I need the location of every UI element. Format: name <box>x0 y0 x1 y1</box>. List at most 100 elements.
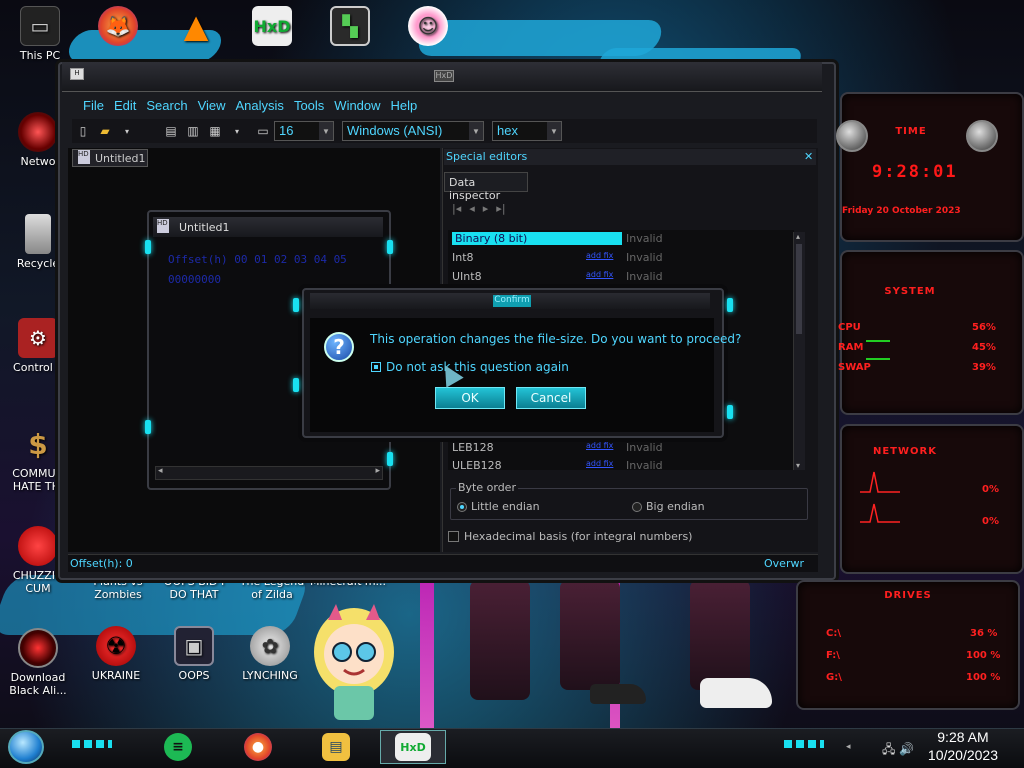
taskbar-glow <box>72 740 112 748</box>
menu-search[interactable]: Search <box>141 96 192 116</box>
prev-icon[interactable]: ◂ <box>469 202 475 215</box>
row-value: Invalid <box>626 441 663 454</box>
desktop-icon-ukraine[interactable]: ☢ UKRAINE <box>78 626 154 682</box>
desktop-icon-firefox[interactable]: 🦊 <box>80 6 156 49</box>
new-file-icon[interactable]: ▯ <box>74 122 92 140</box>
chevron-down-icon: ▼ <box>547 122 561 140</box>
network-down-value: 0% <box>982 484 999 495</box>
do-not-ask-checkbox[interactable]: Do not ask this question again <box>371 360 569 374</box>
menu-view[interactable]: View <box>193 96 231 116</box>
volume-icon[interactable]: 🔊 <box>899 742 914 756</box>
hxd-icon: HxD <box>252 6 292 46</box>
start-button[interactable] <box>8 730 44 764</box>
drive-f-label: F:\ <box>826 650 840 661</box>
show-hidden-icons[interactable]: ◂ <box>846 742 851 752</box>
desktop-icon-label: Download Black Ali... <box>9 671 67 697</box>
little-endian-radio[interactable]: Little endian <box>457 500 540 513</box>
save-all-icon[interactable]: ▥ <box>184 122 202 140</box>
taskbar-clock[interactable]: 9:28 AM 10/20/2023 <box>928 728 998 764</box>
dialog-message: This operation changes the file-size. Do… <box>370 332 742 346</box>
drive-c-label: C:\ <box>826 628 841 639</box>
bytes-per-row-select[interactable]: 16 ▼ <box>274 121 334 141</box>
view-icon[interactable]: ▭ <box>254 122 272 140</box>
menu-analysis[interactable]: Analysis <box>231 96 289 116</box>
last-icon[interactable]: ▸| <box>496 202 505 215</box>
row-value: Invalid <box>626 459 663 472</box>
tab-data-inspector[interactable]: Data inspector <box>444 172 528 202</box>
print-icon[interactable]: ▦ <box>206 122 224 140</box>
scroll-left-icon[interactable]: ◂ <box>158 466 163 476</box>
desktop-icon-doctor[interactable]: ☺ <box>390 6 466 49</box>
app-icon: H <box>70 68 84 80</box>
explorer-icon[interactable]: ▤ <box>322 733 350 761</box>
desktop-icon-this-pc[interactable]: ▭ This PC <box>2 6 78 62</box>
cpu-label: CPU <box>838 322 861 333</box>
dropdown-icon[interactable]: ▾ <box>228 122 246 140</box>
cancel-button[interactable]: Cancel <box>516 387 586 409</box>
recycle-bin-icon <box>25 214 51 254</box>
ok-button[interactable]: OK <box>435 387 505 409</box>
globe-icon: ✿ <box>250 626 290 666</box>
system-tray: 🖧 🔊 <box>882 740 914 761</box>
inspector-row-int8[interactable]: Int8 add fix Invalid <box>452 251 792 267</box>
row-link[interactable]: add fix <box>586 441 613 450</box>
desktop-icon-download-alienware[interactable]: Download Black Ali... <box>0 628 76 697</box>
scroll-thumb[interactable] <box>796 244 802 334</box>
vertical-scrollbar[interactable]: ▴ ▾ <box>793 232 805 470</box>
open-folder-icon[interactable]: ▰ <box>96 122 114 140</box>
hex-basis-checkbox[interactable]: Hexadecimal basis (for integral numbers) <box>448 530 692 543</box>
menu-file[interactable]: File <box>78 96 109 116</box>
network-title: NETWORK <box>872 446 937 457</box>
desktop-icon-lynching[interactable]: ✿ LYNCHING <box>232 626 308 682</box>
glow-accent <box>293 378 299 392</box>
offset-base-select[interactable]: hex ▼ <box>492 121 562 141</box>
hxd-icon[interactable]: HxD <box>395 733 431 761</box>
menu-help[interactable]: Help <box>386 96 423 116</box>
save-icon[interactable]: ▤ <box>162 122 180 140</box>
checkbox-icon <box>448 531 459 542</box>
row-link[interactable]: add fix <box>586 459 613 468</box>
drive-g-label: G:\ <box>826 672 842 683</box>
scroll-right-icon[interactable]: ▸ <box>375 466 380 476</box>
scroll-down-icon[interactable]: ▾ <box>796 461 800 470</box>
row-value: Invalid <box>626 232 663 245</box>
row-link[interactable]: add fix <box>586 251 613 260</box>
inspector-nav: |◂ ◂ ▸ ▸| <box>452 202 506 215</box>
desktop-icon-app[interactable]: ▚ <box>312 6 388 49</box>
dropdown-icon[interactable]: ▾ <box>118 122 136 140</box>
desktop-icon-vlc[interactable]: ▲ <box>158 6 234 49</box>
charset-value: Windows (ANSI) <box>347 123 443 138</box>
inspector-row-leb128[interactable]: LEB128 add fix Invalid <box>452 441 792 457</box>
ram-label: RAM <box>838 342 864 353</box>
menu-tools[interactable]: Tools <box>289 96 329 116</box>
desktop-icon-oops[interactable]: ▣ OOPS <box>156 626 232 682</box>
radiation-icon: ☢ <box>96 626 136 666</box>
menu-edit[interactable]: Edit <box>109 96 141 116</box>
system-gadget <box>840 250 1024 415</box>
charset-select[interactable]: Windows (ANSI) ▼ <box>342 121 484 141</box>
subwindow-title[interactable]: Untitled1 <box>153 217 383 237</box>
close-icon[interactable]: ✕ <box>804 150 813 163</box>
tv-icon: ▣ <box>174 626 214 666</box>
menu-window[interactable]: Window <box>329 96 385 116</box>
scroll-up-icon[interactable]: ▴ <box>796 232 800 241</box>
spotify-icon[interactable]: ≡ <box>164 733 192 761</box>
question-icon: ? <box>324 332 354 362</box>
network-tray-icon[interactable]: 🖧 <box>882 742 895 756</box>
alien-head-icon <box>836 120 868 152</box>
inspector-row-uint8[interactable]: UInt8 add fix Invalid <box>452 270 792 286</box>
first-icon[interactable]: |◂ <box>452 202 461 215</box>
drives-title: DRIVES <box>884 590 932 601</box>
desktop-icon-hxd[interactable]: HxD <box>234 6 310 49</box>
next-icon[interactable]: ▸ <box>483 202 489 215</box>
wallpaper-beam <box>420 580 434 728</box>
row-name: Binary (8 bit) <box>452 232 622 245</box>
inspector-row-binary[interactable]: Binary (8 bit) Invalid <box>452 232 792 248</box>
big-endian-radio[interactable]: Big endian <box>632 500 705 513</box>
firefox-icon[interactable]: ● <box>244 733 272 761</box>
row-link[interactable]: add fix <box>586 270 613 279</box>
horizontal-scrollbar[interactable]: ◂ ▸ <box>155 466 383 480</box>
radio-icon <box>632 501 642 512</box>
hex-view[interactable]: Offset(h) 00 01 02 03 04 05 00000000 <box>168 250 347 290</box>
inspector-row-uleb128[interactable]: ULEB128 add fix Invalid <box>452 459 792 475</box>
